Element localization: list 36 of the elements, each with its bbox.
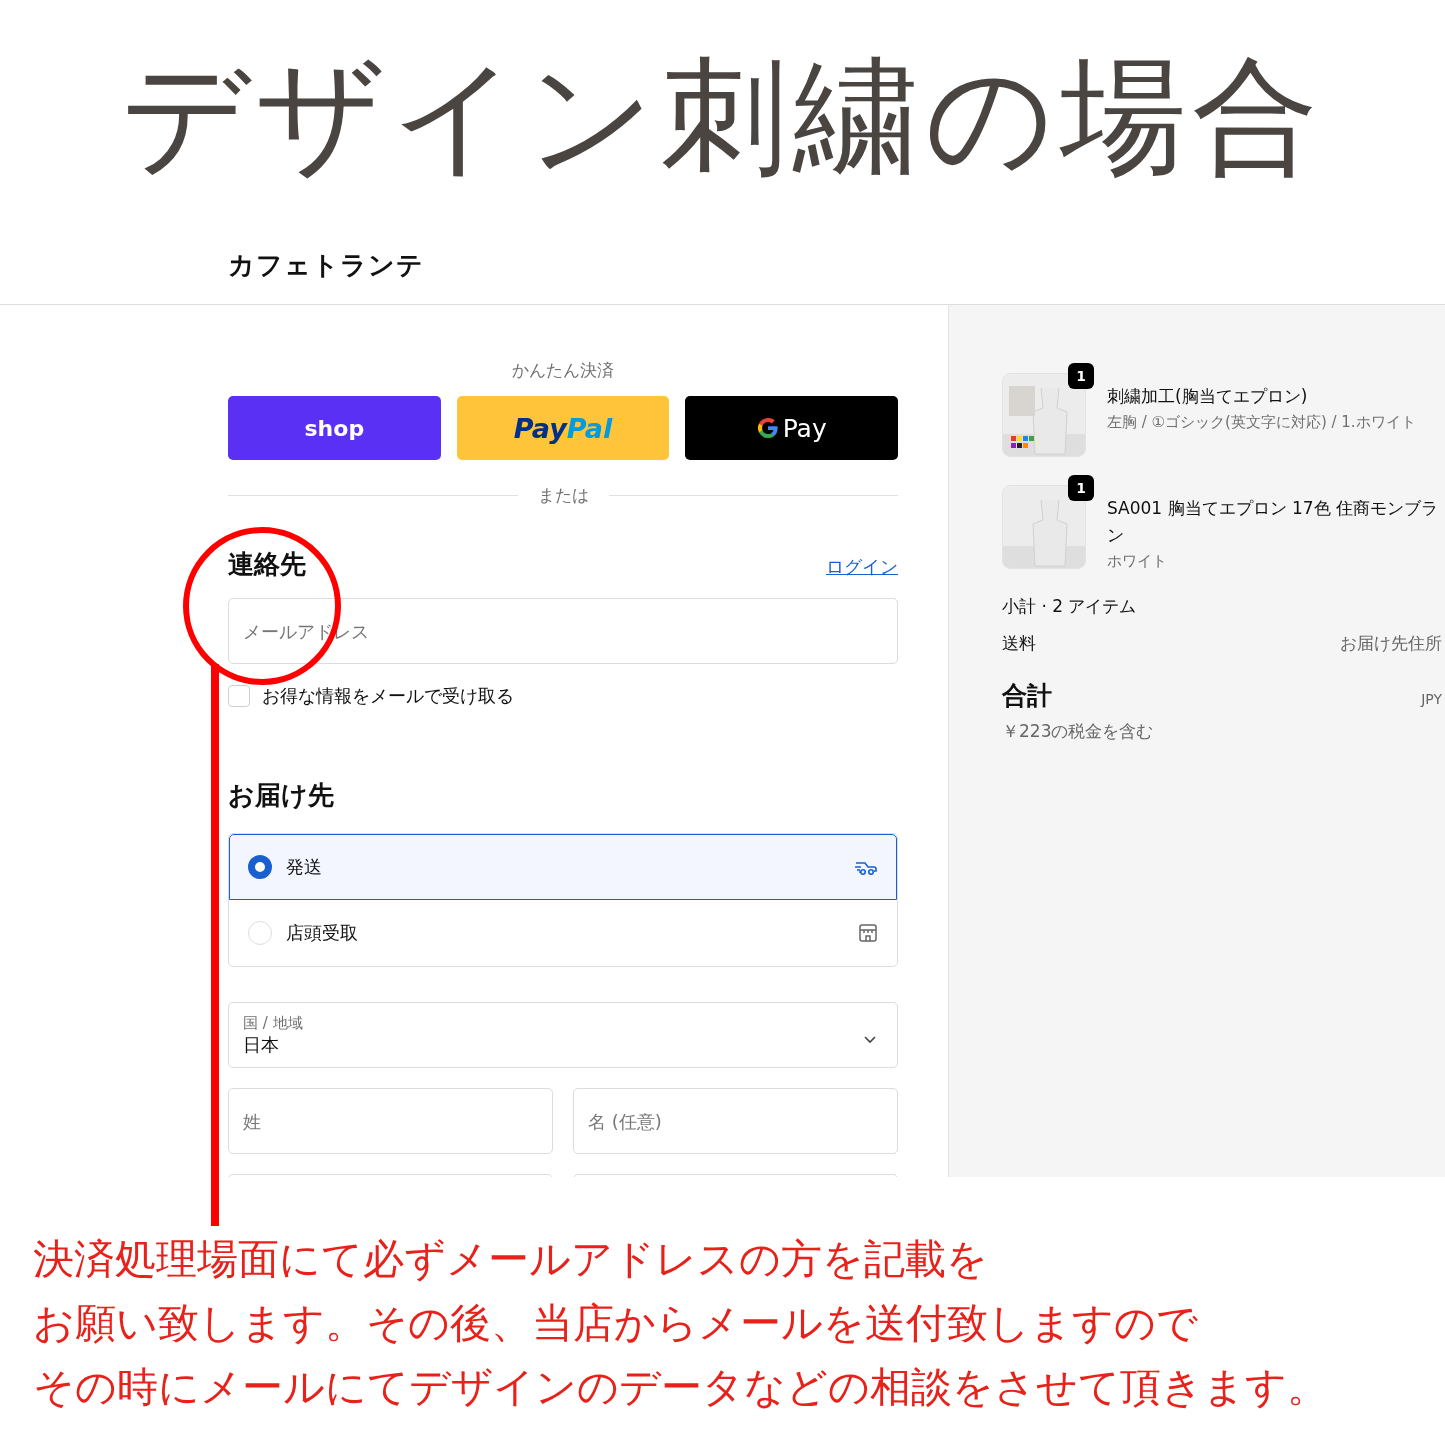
country-select[interactable]: 国 / 地域 日本 xyxy=(228,1002,898,1068)
login-link[interactable]: ログイン xyxy=(826,555,898,579)
paypal-button[interactable]: PayPal xyxy=(456,396,670,460)
store-icon xyxy=(858,923,878,943)
checkbox[interactable] xyxy=(228,685,250,707)
quantity-badge: 1 xyxy=(1068,363,1094,389)
name-field[interactable]: 姓 xyxy=(228,1088,553,1154)
tax-note: ￥223の税金を含む xyxy=(1002,721,1154,741)
quantity-badge: 1 xyxy=(1068,475,1094,501)
section-heading: 連絡先 xyxy=(228,548,306,581)
divider-label: または xyxy=(537,484,589,507)
note-text: 決済処理場面にて必ずメールアドレスの方を記載を xyxy=(33,1234,989,1285)
subtotal-label: 小計 · 2 アイテム xyxy=(1002,595,1137,618)
express-checkout-label: かんたん決済 xyxy=(512,359,614,382)
total-label: 合計 xyxy=(1002,680,1052,712)
shipping-value: お届け先住所 xyxy=(1340,632,1442,655)
shipping-label: 送料 xyxy=(1002,632,1036,655)
section-heading: お届け先 xyxy=(228,779,335,812)
logo xyxy=(756,417,779,439)
delivery-option[interactable]: 店頭受取 xyxy=(229,900,897,966)
product-name: 刺繍加工(胸当てエプロン) xyxy=(1107,385,1309,408)
product-variant: ホワイト xyxy=(1107,551,1168,572)
note-text: その時にメールにてデザインのデータなどの相談をさせて頂きます。 xyxy=(33,1362,1329,1413)
product-name: SA001 胸当てエプロン 17色 住商モンブラン xyxy=(1107,497,1440,547)
radio-button[interactable] xyxy=(248,855,272,879)
store-name: カフェトランテ xyxy=(228,248,424,282)
banner-title: デザイン刺繍の場合 xyxy=(121,46,1324,180)
name-field[interactable]: 名 (任意) xyxy=(573,1088,898,1154)
google-pay-button[interactable]: Pay xyxy=(685,396,898,460)
checkbox-label: お得な情報をメールで受け取る xyxy=(262,684,514,708)
chevron-down-icon xyxy=(863,1035,877,1044)
currency-label: JPY xyxy=(1421,691,1442,707)
delivery-option[interactable]: 発送 xyxy=(229,834,897,900)
note-text: お願い致します。その後、当店からメールを送付致しますので xyxy=(33,1298,1199,1349)
product-variant: 左胸 / ①ゴシック(英文字に対応) / 1.ホワイト xyxy=(1107,412,1417,433)
shop-pay-button[interactable]: shop xyxy=(228,396,441,460)
